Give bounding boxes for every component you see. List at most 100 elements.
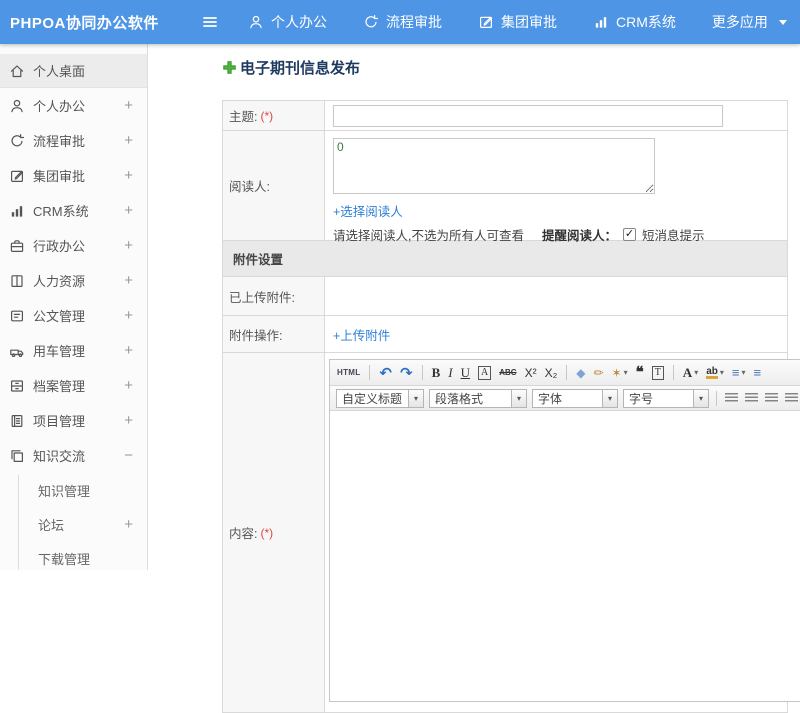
sidebar-item-5[interactable]: CRM系统+ [0,193,147,228]
source-code-button[interactable]: HTML [336,367,361,378]
expand-icon[interactable]: + [124,167,133,184]
font-family-select-value: 字体 [533,390,602,407]
align-justify-button[interactable] [784,392,799,404]
font-style-box-button[interactable]: A [477,365,492,381]
font-size-select[interactable]: 字号▾ [623,389,709,408]
underline-icon: U [461,365,470,381]
required-mark: (*) [260,109,273,123]
sidebar-item-11[interactable]: 项目管理+ [0,403,147,438]
sidebar-item-3[interactable]: 流程审批+ [0,123,147,158]
expand-icon[interactable]: + [124,307,133,324]
chart-icon [593,14,609,30]
expand-icon[interactable]: + [124,412,133,429]
caret-down-icon: ▾ [694,368,698,377]
underline-button[interactable]: U [460,364,471,382]
bold-button[interactable]: B [431,364,442,382]
expand-icon[interactable]: + [124,202,133,219]
eraser-button[interactable]: ◆ [575,365,586,381]
sidebar-subitem-3[interactable]: 下载管理 [0,541,147,570]
expand-icon[interactable]: + [124,516,133,533]
expand-icon[interactable]: + [124,97,133,114]
sidebar-item-12[interactable]: 知识交流− [0,438,147,473]
align-right-button[interactable] [764,392,779,404]
strikethrough-icon: ABC [499,368,516,377]
clean-format-button[interactable]: ✏ [592,365,604,381]
superscript-button[interactable]: X² [524,366,538,380]
expand-icon[interactable]: + [124,377,133,394]
sidebar-item-label: 行政办公 [33,236,124,255]
sms-notify-checkbox[interactable]: ✓ [623,228,636,241]
toolbar-separator [673,365,674,380]
select-readers-link[interactable]: +选择阅读人 [333,205,403,219]
font-family-select[interactable]: 字体▾ [532,389,618,408]
subscript-button[interactable]: X₂ [544,366,559,380]
add-plus-icon [222,60,237,75]
topnav-item-label: 流程审批 [386,12,442,32]
sidebar-item-label: 用车管理 [33,341,124,360]
upload-attachment-link[interactable]: +上传附件 [333,325,390,344]
user-icon [9,98,25,114]
highlight-color-button[interactable]: ab▾ [705,366,725,380]
topnav-item-5[interactable]: 更多应用 [712,12,787,32]
topnav-item-label: CRM系统 [616,12,676,32]
paste-as-text-button[interactable]: T [651,365,665,381]
topnav-item-label: 个人办公 [271,12,327,32]
italic-button[interactable]: I [447,364,453,382]
collapse-icon[interactable]: − [124,447,133,464]
expand-icon[interactable]: + [124,342,133,359]
font-color-button[interactable]: A▾ [682,364,699,382]
bold-icon: B [432,365,441,381]
topnav-item-2[interactable]: 流程审批 [363,12,442,32]
sidebar-item-10[interactable]: 档案管理+ [0,368,147,403]
custom-title-select[interactable]: 自定义标题▾ [336,389,424,408]
sidebar: 个人桌面个人办公+流程审批+集团审批+CRM系统+行政办公+人力资源+公文管理+… [0,44,148,570]
blockquote-icon: ❝ [636,363,644,382]
undo-button[interactable]: ↶ [378,363,393,383]
topnav-item-4[interactable]: CRM系统 [593,12,676,32]
sidebar-item-8[interactable]: 公文管理+ [0,298,147,333]
page-title-text: 电子期刊信息发布 [240,57,360,78]
readers-row: 阅读人: 0 +选择阅读人 请选择阅读人,不选为所有人可查看 提醒阅读人： ✓ … [223,131,787,241]
caret-down-icon: ▾ [624,368,628,377]
expand-icon[interactable]: + [124,132,133,149]
blockquote-button[interactable]: ❝ [635,362,645,383]
sidebar-item-1[interactable]: 个人桌面 [0,54,147,88]
align-right-icon [765,393,778,403]
sms-notify-label: 短消息提示 [642,225,705,244]
sidebar-item-label: 集团审批 [33,166,124,185]
subject-input[interactable] [333,105,723,127]
content-row: 内容:(*) HTML↶↷BIUAABCX²X₂◆✏✶▾❝TA▾ab▾≡▾≡ 自… [223,353,787,713]
briefcase-icon [9,238,25,254]
sidebar-item-6[interactable]: 行政办公+ [0,228,147,263]
sidebar-subitem-label: 论坛 [38,515,124,534]
eraser-icon: ◆ [576,366,585,380]
topnav-item-3[interactable]: 集团审批 [478,12,557,32]
sidebar-item-4[interactable]: 集团审批+ [0,158,147,193]
topnav-item-label: 更多应用 [712,12,768,32]
sidebar-item-9[interactable]: 用车管理+ [0,333,147,368]
expand-icon[interactable]: + [124,237,133,254]
align-left-button[interactable] [724,392,739,404]
topnav-item-1[interactable]: 个人办公 [248,12,327,32]
app-title: PHPOA协同办公软件 [0,12,200,33]
align-center-button[interactable] [744,392,759,404]
sidebar-subitem-2[interactable]: 论坛+ [0,507,147,541]
car-icon [9,343,25,359]
strikethrough-button[interactable]: ABC [498,367,517,378]
redo-button[interactable]: ↷ [399,363,414,383]
unordered-list-button[interactable]: ≡ [753,364,763,381]
editor-content-area[interactable] [330,411,800,701]
auto-typeset-button[interactable]: ✶▾ [611,365,629,381]
paragraph-format-select[interactable]: 段落格式▾ [429,389,527,408]
ordered-list-button[interactable]: ≡▾ [731,364,747,381]
hamburger-menu-icon[interactable] [200,14,222,30]
notebook-icon [9,413,25,429]
sidebar-item-2[interactable]: 个人办公+ [0,88,147,123]
attachment-action-label: 附件操作: [223,316,325,352]
readers-textarea[interactable]: 0 [333,138,655,194]
chart-icon [9,203,25,219]
sidebar-subitem-1[interactable]: 知识管理 [0,473,147,507]
cycle-icon [9,133,25,149]
expand-icon[interactable]: + [124,272,133,289]
sidebar-item-7[interactable]: 人力资源+ [0,263,147,298]
